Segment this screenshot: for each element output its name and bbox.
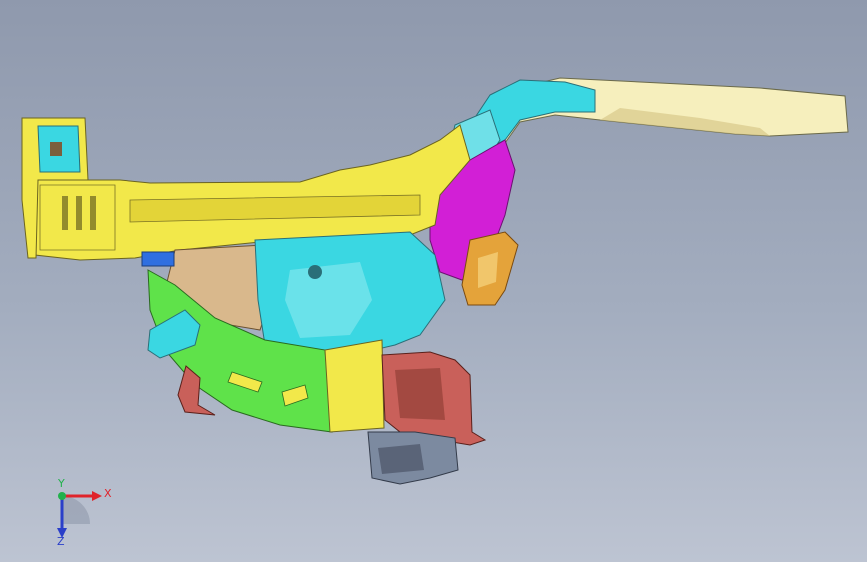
car-body-model[interactable] (0, 0, 867, 562)
strut-mount-hole (308, 265, 322, 279)
front-end-plate-hole (50, 142, 62, 156)
axis-triad: X Y Z (40, 478, 120, 548)
front-slot-2 (76, 196, 82, 230)
z-axis-label: Z (57, 535, 65, 548)
3d-viewport[interactable]: X Y Z (0, 0, 867, 562)
lower-steel-bracket-face (378, 444, 424, 474)
front-slot-3 (90, 196, 96, 230)
clip-part[interactable] (141, 251, 175, 267)
x-axis-label: X (104, 487, 112, 500)
subframe-mount-inner (395, 368, 445, 420)
front-slot-1 (62, 196, 68, 230)
lower-reinforcement-part[interactable] (324, 339, 385, 433)
y-axis-label: Y (58, 477, 65, 490)
